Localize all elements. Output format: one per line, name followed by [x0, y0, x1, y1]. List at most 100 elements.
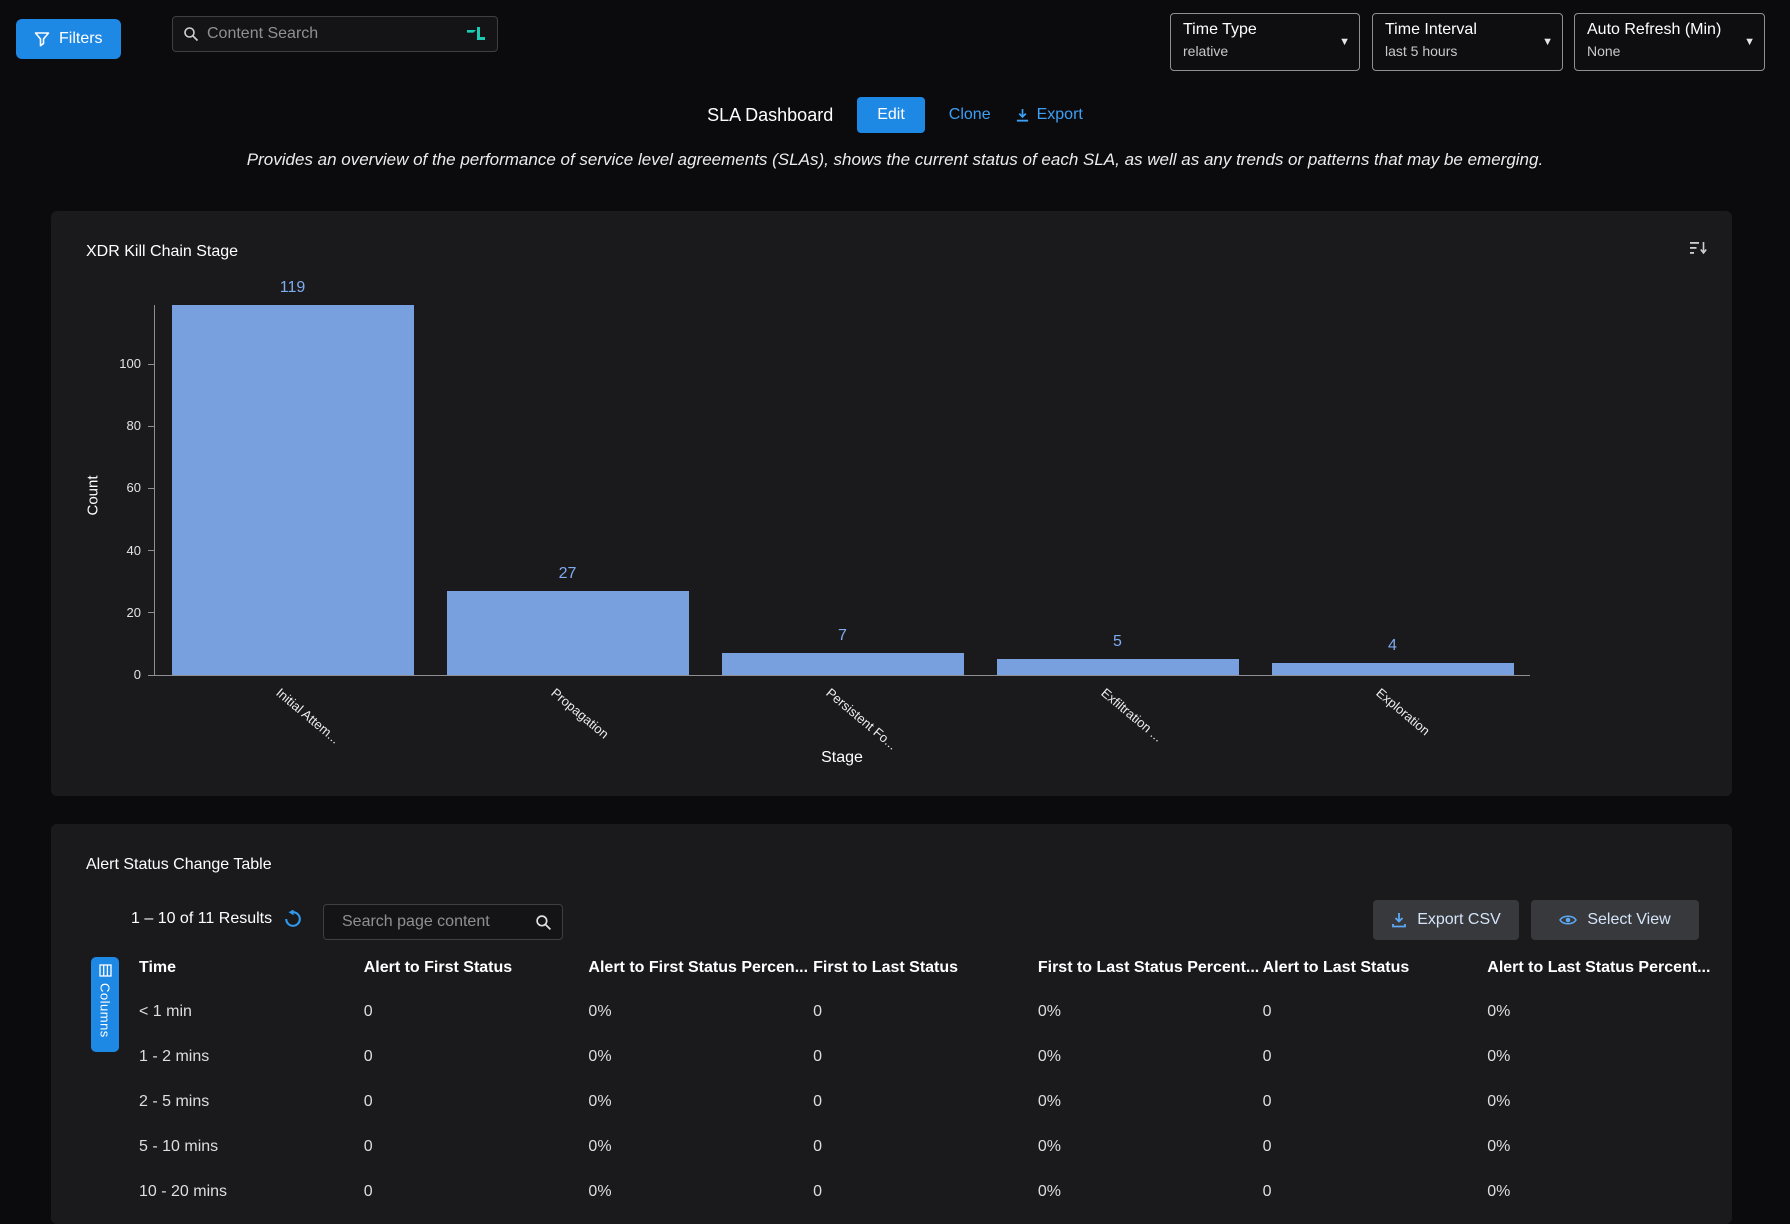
chevron-down-icon: ▼ [1339, 36, 1350, 48]
table-cell: 0% [1487, 1003, 1712, 1021]
table-cell: 0% [1487, 1093, 1712, 1111]
auto-refresh-dropdown[interactable]: Auto Refresh (Min) None ▼ [1574, 13, 1765, 71]
table-cell: 0 [813, 1003, 1038, 1021]
table-cell: 0 [813, 1138, 1038, 1156]
table-cell: 0% [588, 1093, 813, 1111]
time-interval-dropdown[interactable]: Time Interval last 5 hours ▼ [1372, 13, 1563, 71]
y-axis-tick-mark [148, 364, 155, 365]
column-header[interactable]: Alert to First Status Percen... [588, 959, 813, 977]
table-cell: 0 [1263, 1138, 1488, 1156]
sort-icon[interactable] [1689, 239, 1708, 257]
time-interval-label: Time Interval [1385, 21, 1532, 39]
column-header[interactable]: Alert to Last Status Percent... [1487, 959, 1712, 977]
bar-value-label: 7 [722, 627, 964, 645]
table-cell: 5 - 10 mins [139, 1138, 364, 1156]
select-view-label: Select View [1587, 911, 1670, 929]
columns-button[interactable]: Columns [91, 957, 119, 1052]
page-title: SLA Dashboard [707, 105, 833, 126]
chart-bar[interactable] [722, 653, 964, 675]
table-cell: 0 [1263, 1183, 1488, 1201]
columns-button-label: Columns [98, 983, 113, 1038]
table-row: 5 - 10 mins00%00%00% [139, 1124, 1712, 1169]
results-row: 1 – 10 of 11 Results [131, 910, 302, 928]
filter-funnel-icon [34, 31, 50, 47]
bar-value-label: 5 [997, 633, 1239, 651]
dashboard-description: Provides an overview of the performance … [0, 150, 1790, 170]
table-cell: 0 [813, 1048, 1038, 1066]
search-icon [535, 914, 552, 931]
table-cell: 0 [1263, 1048, 1488, 1066]
export-csv-button[interactable]: Export CSV [1373, 900, 1519, 940]
alert-status-table: TimeAlert to First StatusAlert to First … [139, 947, 1712, 1214]
clone-link[interactable]: Clone [949, 106, 991, 124]
table-cell: 0 [364, 1003, 589, 1021]
column-header[interactable]: Time [139, 959, 364, 977]
column-header[interactable]: Alert to Last Status [1263, 959, 1488, 977]
auto-refresh-label: Auto Refresh (Min) [1587, 21, 1734, 39]
chevron-down-icon: ▼ [1542, 36, 1553, 48]
table-cell: 0% [1038, 1048, 1263, 1066]
table-cell: 0 [364, 1093, 589, 1111]
table-cell: 0% [1487, 1183, 1712, 1201]
table-row: 1 - 2 mins00%00%00% [139, 1034, 1712, 1079]
table-header-row: TimeAlert to First StatusAlert to First … [139, 947, 1712, 989]
export-csv-label: Export CSV [1417, 911, 1501, 929]
y-axis-tick-label: 60 [127, 480, 141, 496]
page-search-input[interactable] [334, 913, 535, 931]
y-axis-tick-mark [148, 550, 155, 551]
content-search-input[interactable] [199, 25, 465, 43]
column-header[interactable]: Alert to First Status [364, 959, 589, 977]
table-cell: 0% [1038, 1183, 1263, 1201]
filters-button-label: Filters [59, 30, 103, 48]
search-icon [183, 26, 199, 42]
bar-value-label: 27 [447, 565, 689, 583]
xdr-kill-chain-card: XDR Kill Chain Stage Count 0204060801001… [51, 211, 1732, 796]
export-link[interactable]: Export [1015, 106, 1083, 124]
table-cell: 0 [813, 1093, 1038, 1111]
table-cell: 0% [588, 1048, 813, 1066]
chevron-down-icon: ▼ [1744, 36, 1755, 48]
x-axis-category-label: Persistent Fo... [823, 685, 900, 753]
alert-status-change-card: Alert Status Change Table 1 – 10 of 11 R… [51, 824, 1732, 1224]
chart-bar[interactable] [1272, 663, 1514, 675]
time-type-value: relative [1183, 43, 1329, 59]
edit-button[interactable]: Edit [857, 97, 925, 133]
x-axis-category-label: Initial Attem... [273, 685, 342, 747]
columns-grid-icon [99, 964, 112, 977]
chart-bar[interactable] [997, 659, 1239, 675]
y-axis-tick-mark [148, 675, 155, 676]
table-cell: 0% [1487, 1048, 1712, 1066]
select-view-button[interactable]: Select View [1531, 900, 1699, 940]
table-cell: 0% [588, 1183, 813, 1201]
y-axis-tick-label: 40 [127, 543, 141, 559]
filters-button[interactable]: Filters [16, 19, 121, 59]
download-icon [1015, 108, 1030, 123]
table-row: 10 - 20 mins00%00%00% [139, 1169, 1712, 1214]
table-cell: 0% [1487, 1138, 1712, 1156]
time-type-dropdown[interactable]: Time Type relative ▼ [1170, 13, 1360, 71]
chart-bar[interactable] [447, 591, 689, 675]
column-header[interactable]: First to Last Status [813, 959, 1038, 977]
table-cell: 0% [1038, 1093, 1263, 1111]
table-cell: 0% [1038, 1003, 1263, 1021]
time-type-label: Time Type [1183, 21, 1329, 39]
table-row: 2 - 5 mins00%00%00% [139, 1079, 1712, 1124]
download-icon [1391, 912, 1407, 928]
table-cell: 0 [364, 1183, 589, 1201]
table-cell: 0 [813, 1183, 1038, 1201]
table-cell: 0 [364, 1048, 589, 1066]
y-axis-tick-label: 20 [127, 605, 141, 621]
table-cell: 0 [1263, 1003, 1488, 1021]
bar-value-label: 119 [172, 279, 414, 297]
table-card-title: Alert Status Change Table [86, 856, 272, 874]
table-row: < 1 min00%00%00% [139, 989, 1712, 1034]
edit-button-label: Edit [877, 106, 905, 124]
refresh-icon[interactable] [284, 910, 302, 928]
chart-bar[interactable] [172, 305, 414, 675]
clone-link-label: Clone [949, 106, 991, 124]
x-axis-title: Stage [154, 749, 1530, 767]
column-header[interactable]: First to Last Status Percent... [1038, 959, 1263, 977]
eye-icon [1559, 913, 1577, 927]
x-axis-category-label: Propagation [548, 685, 611, 742]
x-axis-category-label: Exploration [1373, 685, 1432, 738]
